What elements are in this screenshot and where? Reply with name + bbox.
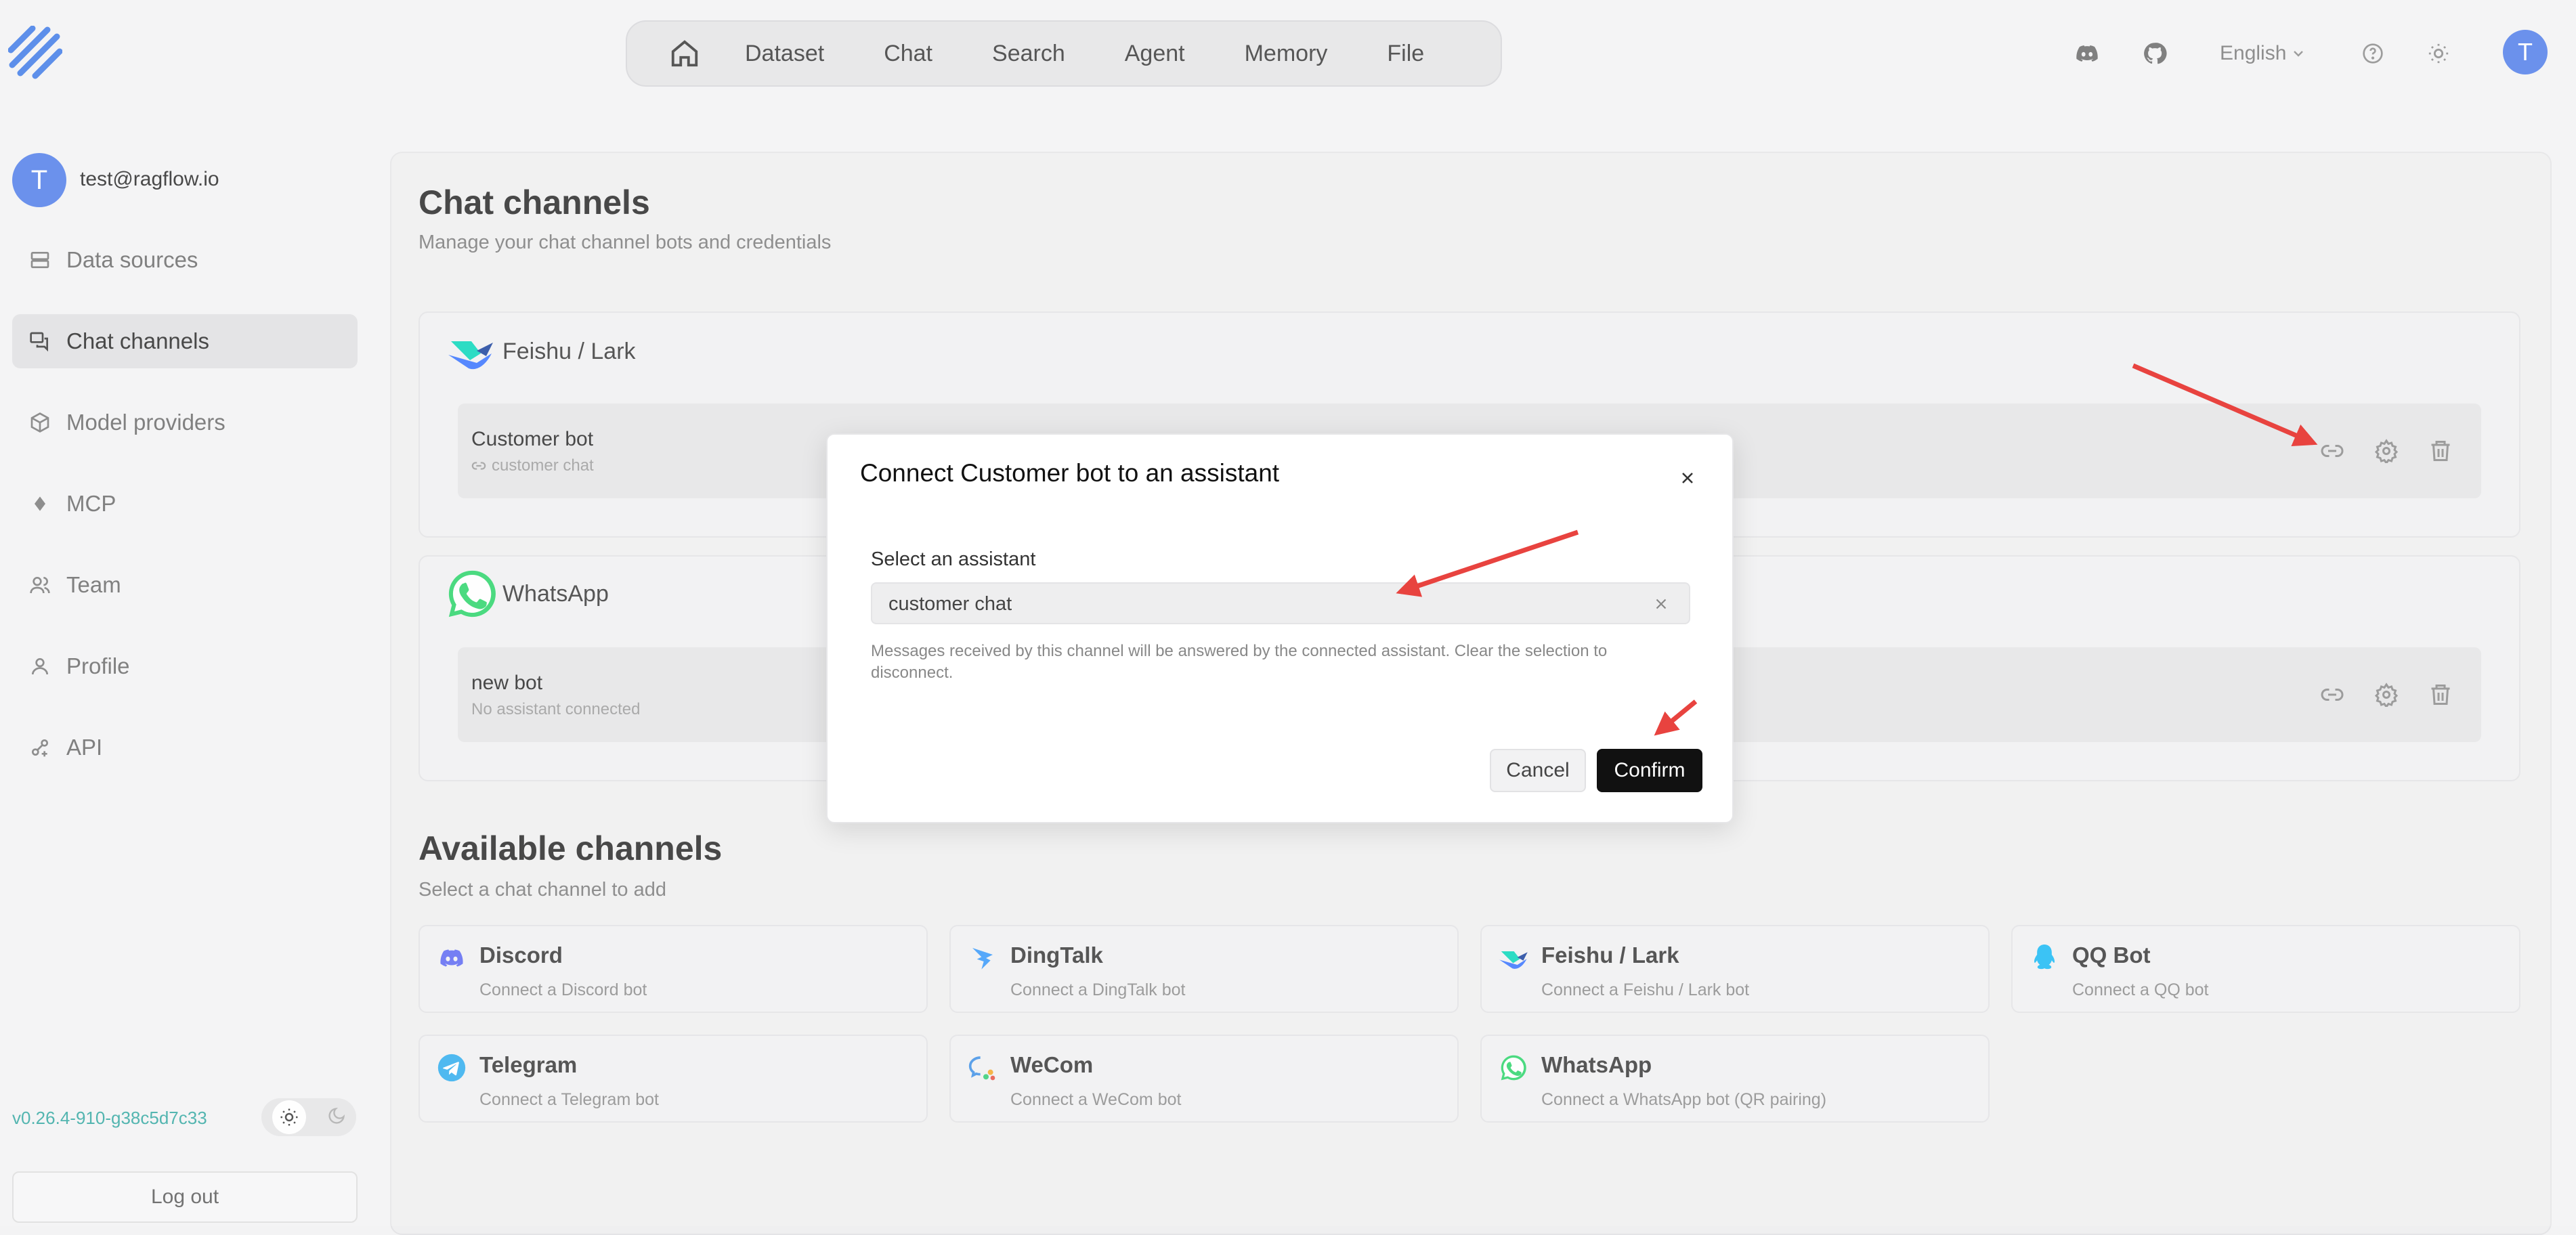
connect-assistant-dialog: Connect Customer bot to an assistant Sel… xyxy=(826,433,1734,823)
assistant-select-label: Select an assistant xyxy=(871,548,1036,570)
assistant-help-text: Messages received by this channel will b… xyxy=(871,642,1608,682)
close-icon xyxy=(1682,473,1693,483)
clear-selection-button[interactable] xyxy=(1650,592,1673,615)
confirm-button[interactable]: Confirm xyxy=(1597,749,1702,792)
close-button[interactable] xyxy=(1674,464,1701,492)
assistant-select-value: customer chat xyxy=(888,593,1012,615)
close-icon xyxy=(1656,599,1667,609)
cancel-button[interactable]: Cancel xyxy=(1490,749,1586,792)
assistant-select[interactable]: customer chat xyxy=(871,582,1690,624)
dialog-title: Connect Customer bot to an assistant xyxy=(860,459,1280,487)
